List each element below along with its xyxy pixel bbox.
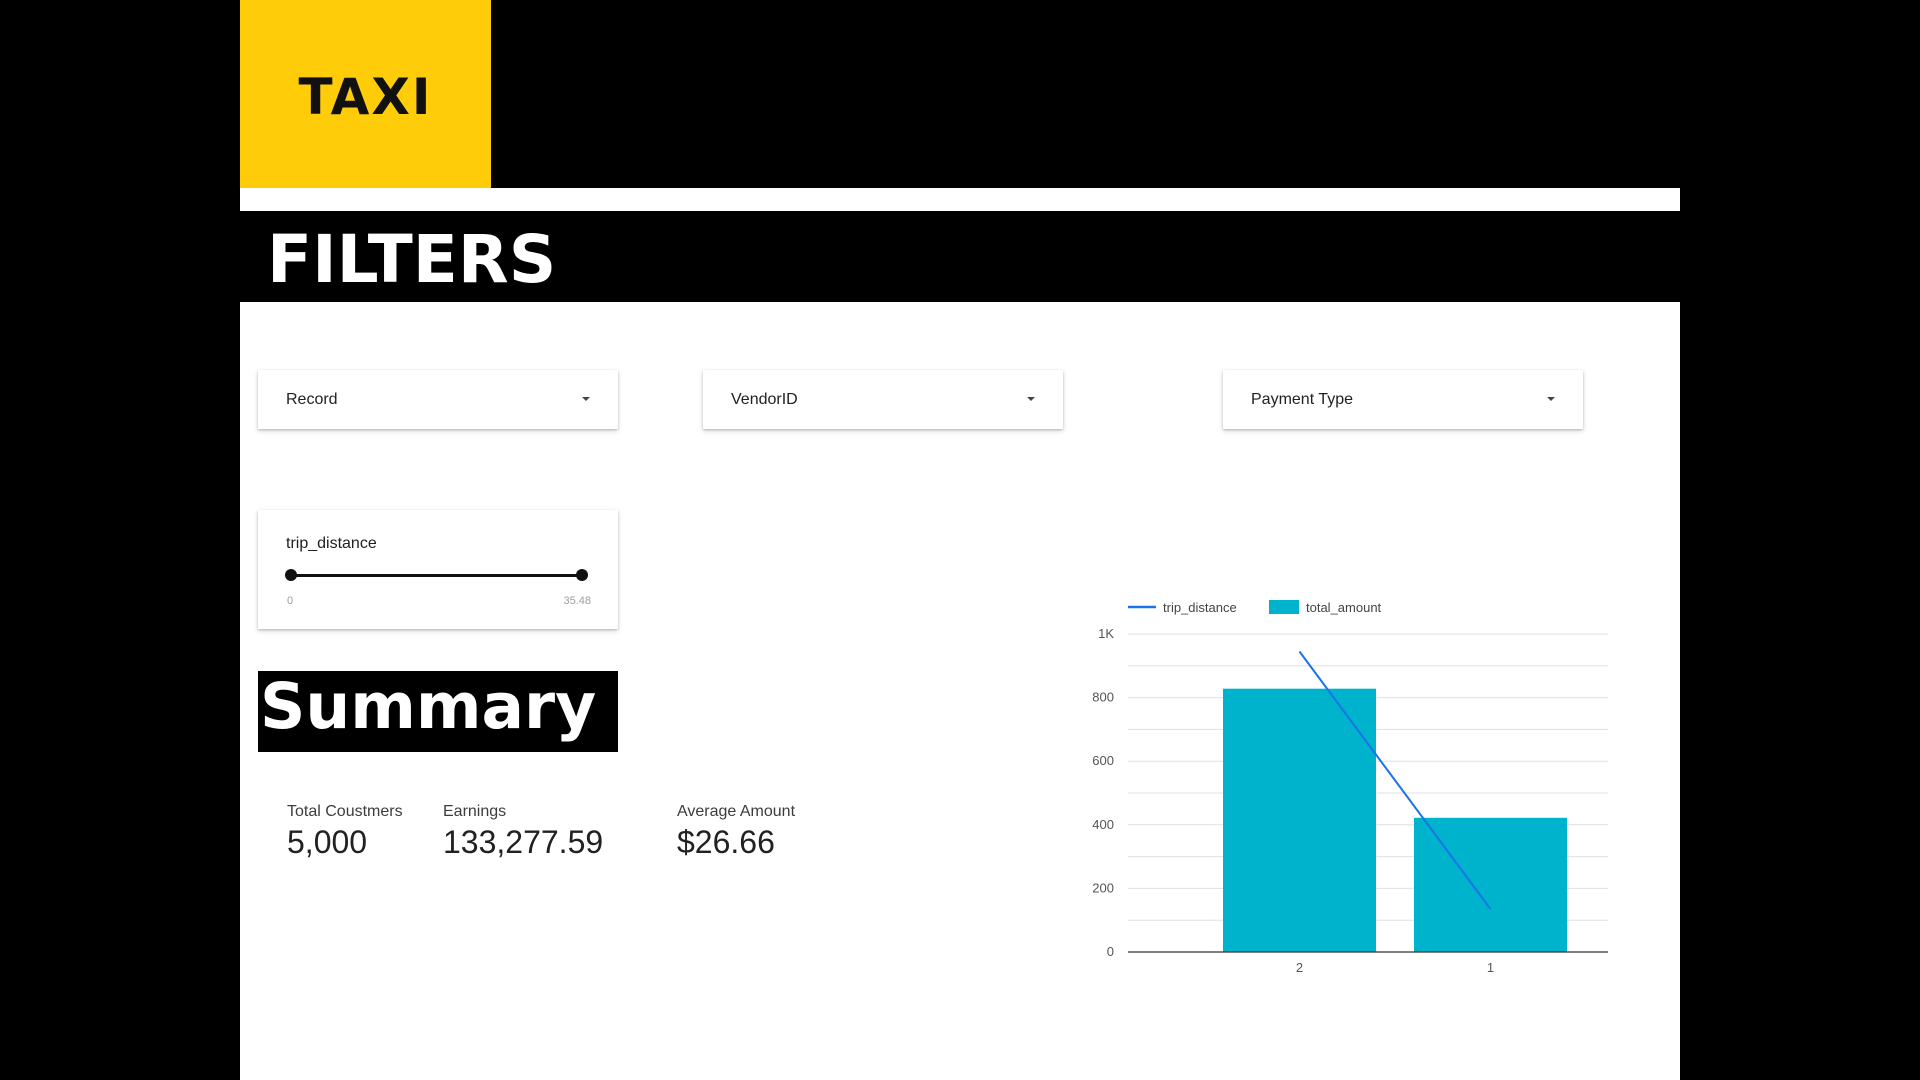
record-dropdown-label: Record bbox=[286, 391, 338, 408]
scorecard-label: Total Coustmers bbox=[287, 803, 403, 820]
trip-distance-slider-card: trip_distance 0 35.48 bbox=[258, 510, 618, 629]
x-tick-label: 2 bbox=[1296, 960, 1303, 975]
vendorid-dropdown-label: VendorID bbox=[731, 391, 798, 408]
bar bbox=[1223, 688, 1376, 952]
scorecard-value: 133,277.59 bbox=[443, 824, 604, 860]
average-amount-scorecard: Average Amount $26.66 bbox=[677, 803, 795, 861]
y-tick-label: 0 bbox=[1107, 944, 1114, 959]
y-tick-label: 600 bbox=[1092, 753, 1114, 768]
y-tick-label: 800 bbox=[1092, 690, 1114, 705]
earnings-scorecard: Earnings 133,277.59 bbox=[443, 803, 603, 861]
taxi-logo: TAXI bbox=[240, 0, 491, 188]
slider-min-handle[interactable] bbox=[285, 569, 297, 581]
slider-max-label: 35.48 bbox=[563, 595, 591, 607]
scorecard-label: Earnings bbox=[443, 803, 507, 820]
logo-text: TAXI bbox=[298, 68, 433, 126]
combo-chart: 0 200 400 600 800 1K 2 1 trip_distance total_amou… bbox=[1092, 600, 1608, 975]
filters-header: FILTERS bbox=[240, 211, 1680, 302]
slider-max-handle[interactable] bbox=[576, 569, 588, 581]
chevron-down-icon bbox=[1027, 397, 1035, 401]
legend-bar-swatch bbox=[1269, 600, 1299, 614]
filters-title: FILTERS bbox=[267, 221, 557, 298]
summary-header: Summary bbox=[258, 671, 618, 752]
y-tick-label: 400 bbox=[1092, 817, 1114, 832]
record-dropdown[interactable]: Record bbox=[258, 370, 618, 429]
scorecard-value: $26.66 bbox=[677, 824, 775, 860]
slider-track[interactable] bbox=[290, 574, 582, 577]
slider-min-label: 0 bbox=[287, 595, 294, 607]
x-tick-label: 1 bbox=[1487, 960, 1494, 975]
legend-label: trip_distance bbox=[1163, 600, 1237, 615]
slider-label: trip_distance bbox=[286, 535, 377, 552]
vendorid-dropdown[interactable]: VendorID bbox=[703, 370, 1063, 429]
y-tick-label: 200 bbox=[1092, 880, 1114, 895]
scorecard-label: Average Amount bbox=[677, 803, 796, 820]
legend-label: total_amount bbox=[1306, 600, 1382, 615]
chevron-down-icon bbox=[1547, 397, 1555, 401]
dashboard-canvas: TAXI FILTERS Record VendorID Payment Typ… bbox=[240, 0, 1680, 1080]
total-customers-scorecard: Total Coustmers 5,000 bbox=[287, 803, 403, 861]
scorecard-value: 5,000 bbox=[287, 824, 368, 860]
payment-type-dropdown-label: Payment Type bbox=[1251, 391, 1353, 408]
summary-title: Summary bbox=[260, 670, 597, 743]
chevron-down-icon bbox=[582, 397, 590, 401]
payment-type-dropdown[interactable]: Payment Type bbox=[1223, 370, 1583, 429]
y-tick-label: 1K bbox=[1098, 626, 1114, 641]
